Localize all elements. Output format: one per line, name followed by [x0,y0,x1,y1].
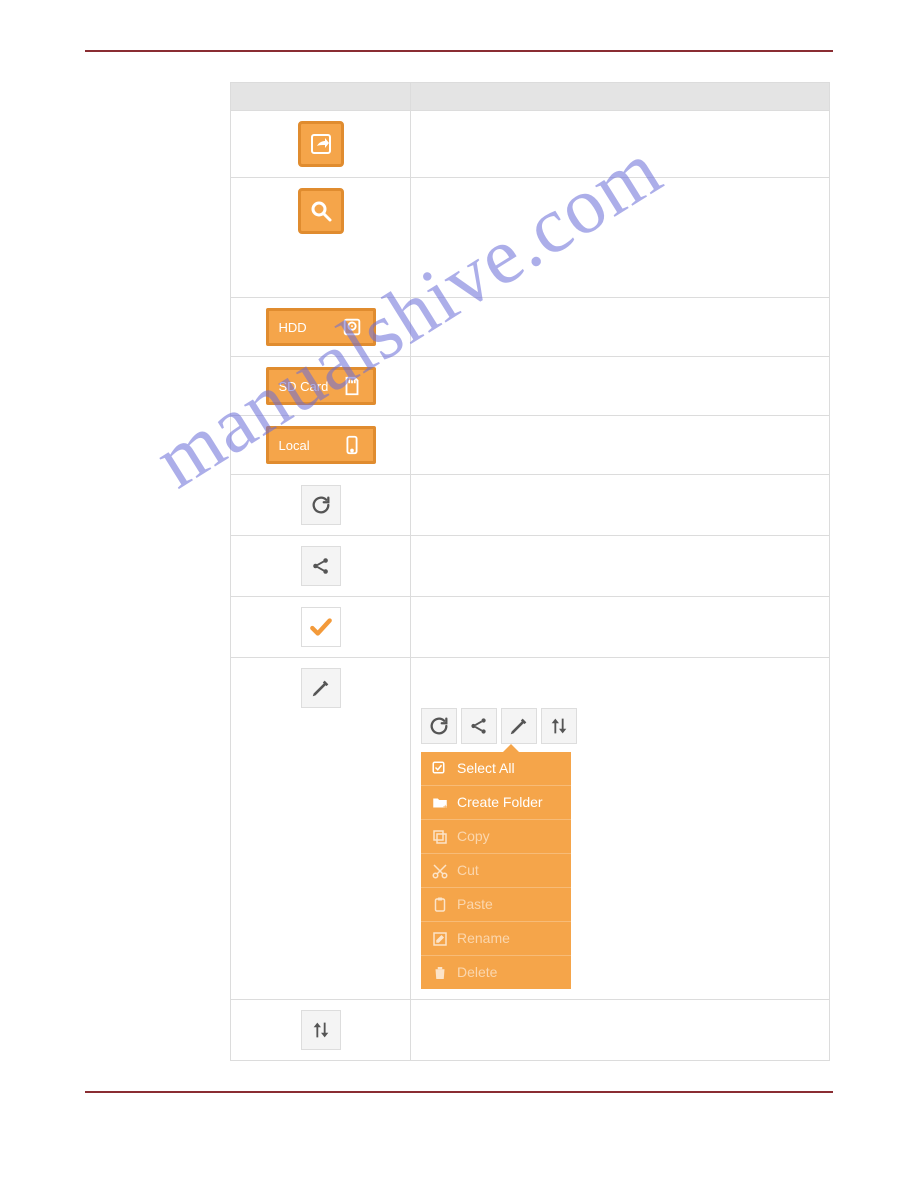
folder-plus-icon: + [431,794,449,812]
menu-paste[interactable]: Paste [421,887,571,921]
cut-icon [431,862,449,880]
menu-create-folder[interactable]: + Create Folder [421,785,571,819]
sdcard-icon [341,375,363,397]
menu-label: Copy [457,826,490,847]
table-row: HDD [231,298,830,357]
desc-cell [411,536,830,597]
edit-toolbar [421,708,577,744]
sdcard-button[interactable]: SD Card [266,367,376,405]
rename-icon [431,930,449,948]
check-icon[interactable] [301,607,341,647]
toolbar-share-icon[interactable] [461,708,497,744]
desc-cell [411,298,830,357]
menu-label: Rename [457,928,510,949]
toolbar-refresh-icon[interactable] [421,708,457,744]
menu-label: Create Folder [457,792,543,813]
menu-label: Delete [457,962,497,983]
toolbar-edit-icon[interactable] [501,708,537,744]
local-button[interactable]: Local [266,426,376,464]
col-header-icon [231,83,411,111]
table-row [231,178,830,298]
hdd-button[interactable]: HDD [266,308,376,346]
menu-cut[interactable]: Cut [421,853,571,887]
table-row [231,536,830,597]
menu-select-all[interactable]: Select All [421,752,571,785]
hdd-label: HDD [279,320,307,335]
hdd-icon [341,316,363,338]
copy-icon [431,828,449,846]
edit-dropdown-menu: Select All + Create Folder [421,752,571,989]
bottom-rule [85,1091,833,1093]
share-icon[interactable] [301,546,341,586]
share-out-icon [298,121,344,167]
edit-icon[interactable] [301,668,341,708]
table-row [231,111,830,178]
menu-label: Cut [457,860,479,881]
desc-cell [411,475,830,536]
table-row: SD Card [231,357,830,416]
desc-cell [411,111,830,178]
sdcard-label: SD Card [279,379,329,394]
col-header-desc [411,83,830,111]
desc-cell [411,416,830,475]
sort-icon[interactable] [301,1010,341,1050]
table-row: Local [231,416,830,475]
desc-cell [411,1000,830,1061]
desc-cell [411,597,830,658]
desc-cell [411,357,830,416]
local-label: Local [279,438,310,453]
paste-icon [431,896,449,914]
menu-label: Paste [457,894,493,915]
table-row [231,475,830,536]
toolbar-sort-icon[interactable] [541,708,577,744]
svg-text:+: + [443,802,448,811]
search-icon [298,188,344,234]
table-row [231,1000,830,1061]
refresh-icon[interactable] [301,485,341,525]
table-row [231,597,830,658]
menu-rename[interactable]: Rename [421,921,571,955]
desc-cell [411,178,830,298]
trash-icon [431,964,449,982]
phone-icon [341,434,363,456]
menu-label: Select All [457,758,515,779]
menu-delete[interactable]: Delete [421,955,571,989]
icon-reference-table: HDD SD Card [230,82,830,1061]
edit-desc-cell: Select All + Create Folder [411,658,830,1000]
table-row: Select All + Create Folder [231,658,830,1000]
menu-copy[interactable]: Copy [421,819,571,853]
select-all-icon [431,760,449,778]
